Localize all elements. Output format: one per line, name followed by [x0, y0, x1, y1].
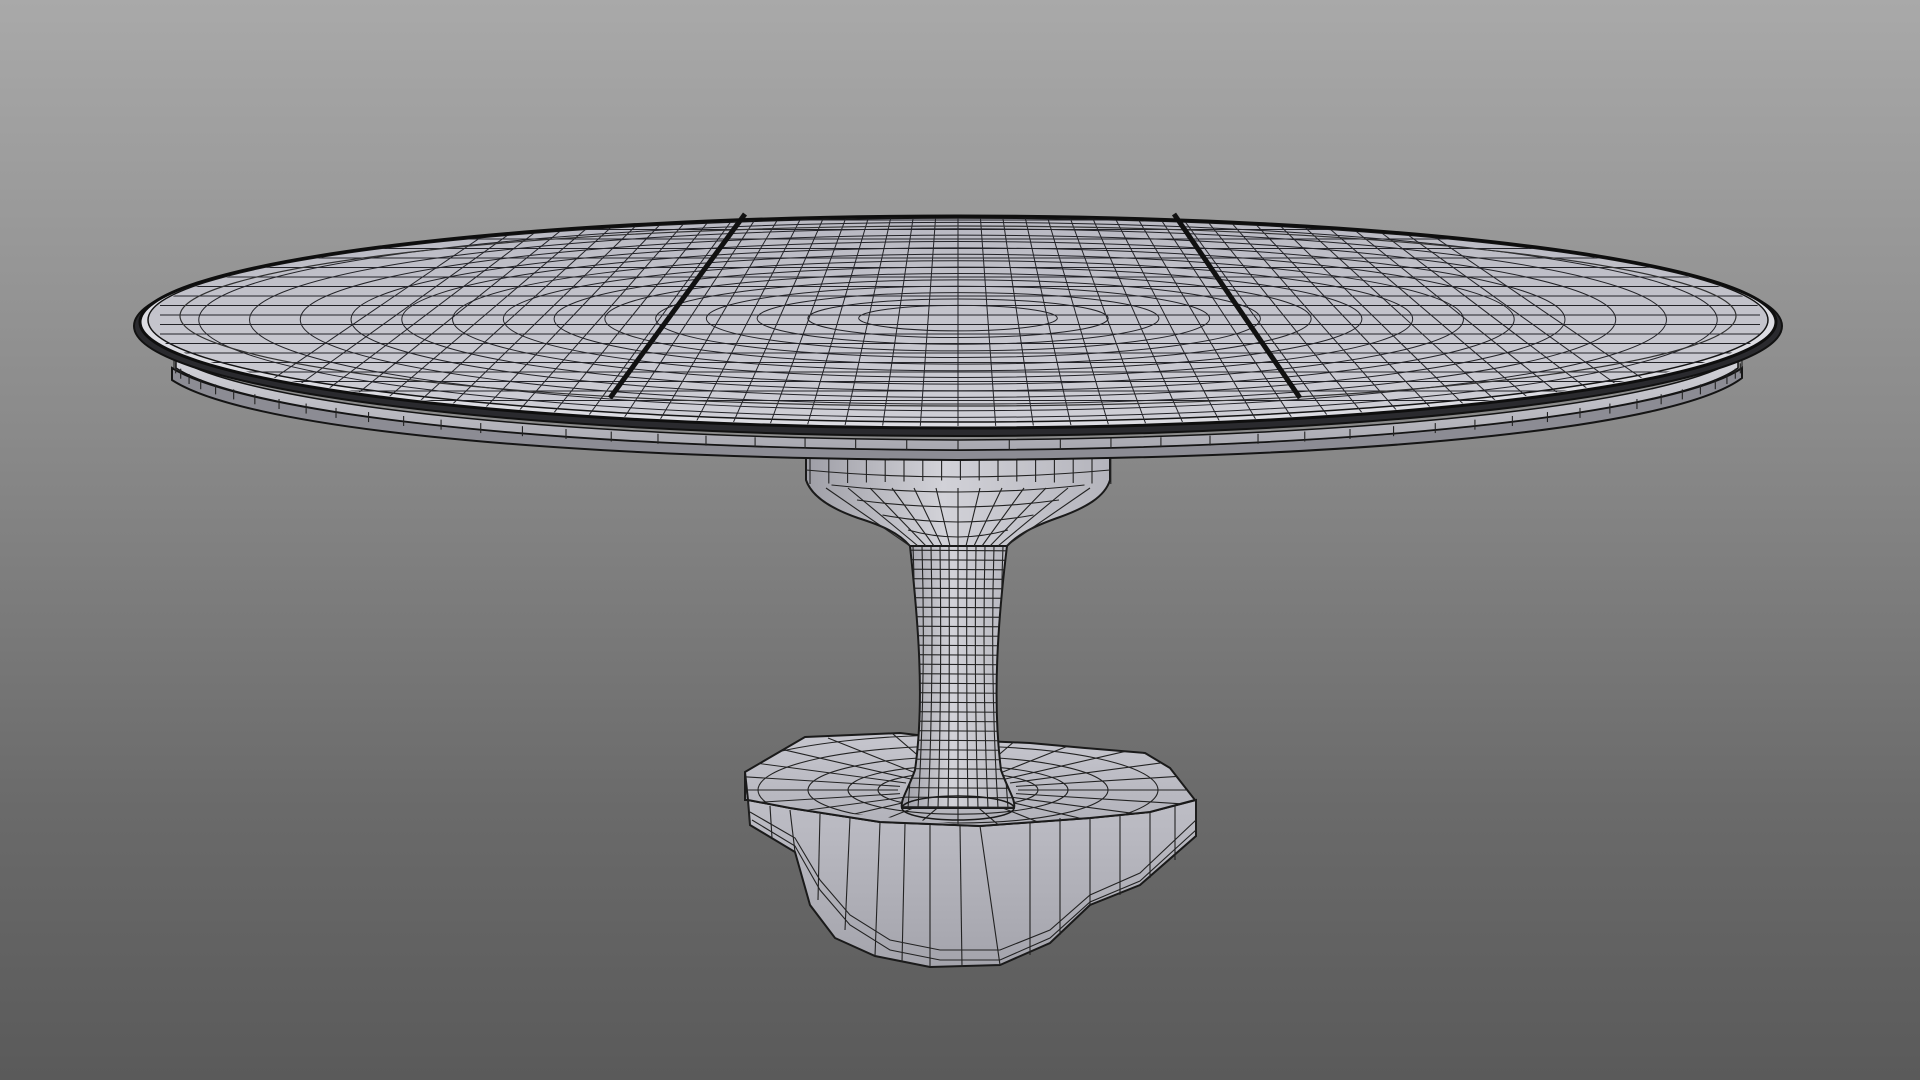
wire-edge [901, 606, 1015, 609]
wire-edge [901, 729, 1015, 733]
wire-edge [901, 587, 1015, 590]
wire-edge [901, 710, 1015, 714]
wire-edge [901, 549, 1015, 552]
wire-edge [901, 625, 1015, 628]
wire-edge [901, 653, 1015, 657]
wire-edge [901, 577, 1015, 581]
wire-edge [901, 634, 1015, 638]
3d-viewport[interactable] [0, 0, 1920, 1080]
wire-edge [901, 663, 1015, 666]
wire-edge [901, 691, 1015, 695]
tabletop [133, 212, 1783, 437]
table-render [133, 212, 1783, 969]
wire-edge [901, 615, 1015, 619]
wire-edge [901, 558, 1015, 562]
wire-edge [901, 672, 1015, 676]
wire-edge [901, 682, 1015, 685]
column-collar [805, 454, 1112, 547]
wire-edge [901, 701, 1015, 704]
wire-edge [901, 596, 1015, 600]
wire-edge [901, 644, 1015, 647]
wire-edge [901, 568, 1015, 571]
wire-edge [901, 720, 1015, 723]
